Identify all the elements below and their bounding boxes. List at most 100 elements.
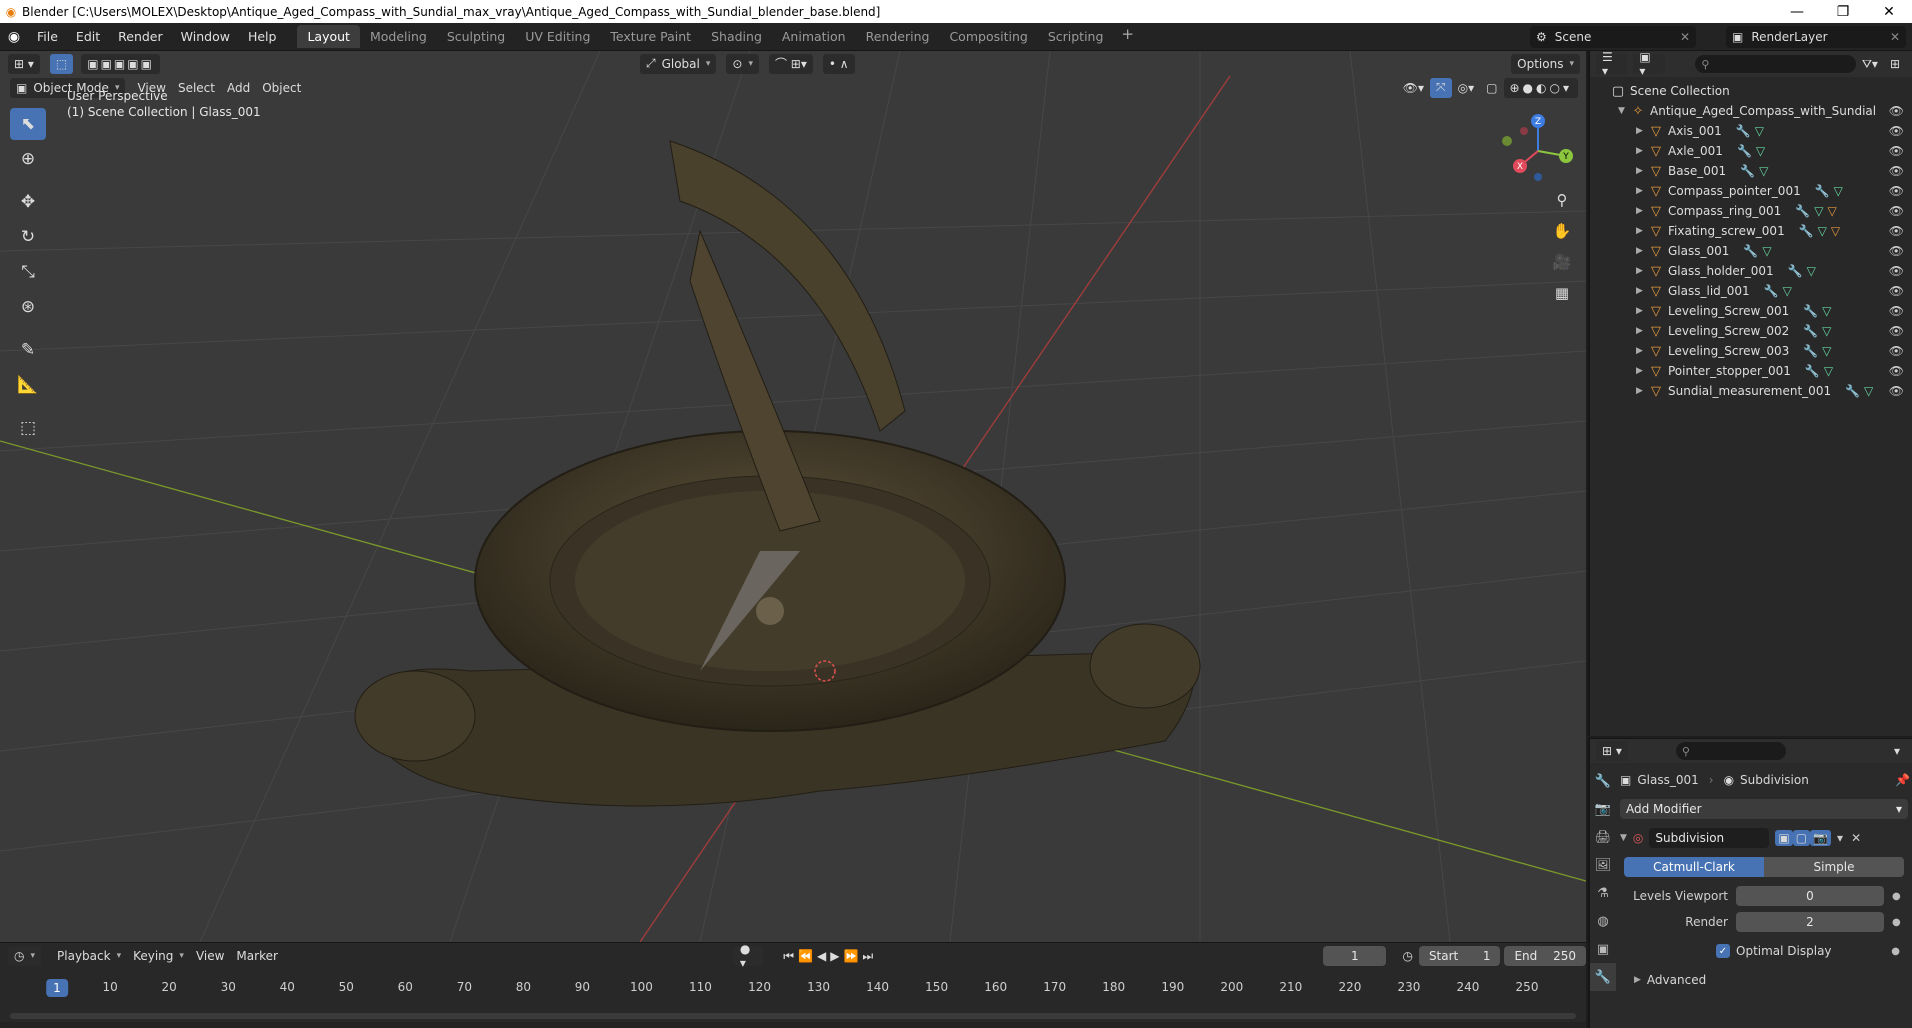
- timeline-editor-type-icon[interactable]: ◷: [8, 946, 42, 966]
- xray-icon[interactable]: ▢: [1480, 78, 1503, 98]
- visibility-eye-icon[interactable]: 👁: [1889, 244, 1904, 258]
- simple-button[interactable]: Simple: [1764, 857, 1904, 877]
- modifier-wrench-icon[interactable]: 🔧 ▽: [1803, 324, 1831, 338]
- tab-rendering[interactable]: Rendering: [856, 25, 940, 48]
- camera-icon[interactable]: 🎥: [1548, 248, 1576, 276]
- minimize-button[interactable]: —: [1774, 4, 1820, 20]
- modifier-name-field[interactable]: Subdivision: [1649, 828, 1770, 848]
- outliner-editor-type-icon[interactable]: ☰ ▾: [1596, 50, 1628, 78]
- clock-icon[interactable]: ◷: [1396, 946, 1418, 966]
- outliner-object-row[interactable]: ▶ ▽ Axis_001 🔧 ▽ 👁: [1590, 121, 1912, 141]
- mesh-data-icon[interactable]: ▽: [1822, 304, 1831, 318]
- expand-icon[interactable]: ▶: [1636, 366, 1648, 376]
- optimal-display-checkbox[interactable]: ✓: [1716, 944, 1730, 958]
- modifier-wrench-icon[interactable]: 🔧 ▽ ▽: [1795, 204, 1836, 218]
- menu-file[interactable]: File: [28, 29, 67, 44]
- expand-icon[interactable]: ▶: [1636, 126, 1648, 136]
- visibility-eye-icon[interactable]: 👁: [1889, 384, 1904, 398]
- visibility-eye-icon[interactable]: 👁: [1889, 184, 1904, 198]
- outliner-object-row[interactable]: ▶ ▽ Glass_001 🔧 ▽ 👁: [1590, 241, 1912, 261]
- chevron-down-icon[interactable]: ▾: [1888, 741, 1906, 761]
- expand-icon[interactable]: ▶: [1636, 206, 1648, 216]
- visibility-eye-icon[interactable]: 👁: [1889, 344, 1904, 358]
- expand-icon[interactable]: ▶: [1636, 146, 1648, 156]
- close-icon[interactable]: ✕: [1680, 30, 1690, 44]
- outliner-object-row[interactable]: ▶ ▽ Pointer_stopper_001 🔧 ▽ 👁: [1590, 361, 1912, 381]
- current-frame-marker[interactable]: 1: [46, 979, 68, 997]
- annotate-tool-icon[interactable]: ✎: [10, 334, 46, 366]
- navigation-gizmo[interactable]: Z Y X: [1488, 111, 1586, 191]
- tab-scripting[interactable]: Scripting: [1038, 25, 1114, 48]
- modifier-wrench-icon[interactable]: 🔧 ▽: [1764, 284, 1792, 298]
- visibility-eye-icon[interactable]: 👁: [1889, 204, 1904, 218]
- render-levels-field[interactable]: 2: [1736, 912, 1884, 932]
- modifier-wrench-icon[interactable]: 🔧 ▽: [1805, 364, 1833, 378]
- start-frame-field[interactable]: Start 1: [1418, 946, 1501, 966]
- modifier-tab-icon[interactable]: 🔧: [1590, 963, 1616, 991]
- keyframe-dot-icon[interactable]: ●: [1892, 917, 1901, 928]
- zoom-icon[interactable]: ⚲: [1548, 186, 1576, 214]
- close-icon[interactable]: ✕: [1890, 30, 1900, 44]
- select-box-icon[interactable]: ⬚: [49, 53, 74, 74]
- mesh-data-icon[interactable]: ▽: [1864, 384, 1873, 398]
- tab-modeling[interactable]: Modeling: [360, 25, 437, 48]
- sundial-model[interactable]: [354, 140, 1201, 807]
- expand-icon[interactable]: ▶: [1636, 246, 1648, 256]
- menu-render[interactable]: Render: [109, 29, 172, 44]
- modifier-wrench-icon[interactable]: 🔧 ▽: [1788, 264, 1816, 278]
- transform-tool-icon[interactable]: ⊛: [10, 291, 46, 323]
- modifier-wrench-icon[interactable]: 🔧 ▽: [1845, 384, 1873, 398]
- playback-controls-icon[interactable]: ⏮⏪◀▶⏩⏭: [777, 946, 883, 966]
- expand-icon[interactable]: ▶: [1636, 306, 1648, 316]
- visibility-eye-icon[interactable]: 👁: [1889, 124, 1904, 138]
- scale-tool-icon[interactable]: ⤡: [10, 256, 46, 288]
- close-button[interactable]: ✕: [1866, 4, 1912, 20]
- outliner-object-row[interactable]: ▶ ▽ Sundial_measurement_001 🔧 ▽ 👁: [1590, 381, 1912, 401]
- advanced-subpanel[interactable]: ▶ Advanced: [1620, 967, 1910, 993]
- tab-shading[interactable]: Shading: [701, 25, 772, 48]
- outliner-search-input[interactable]: ⚲: [1695, 55, 1856, 73]
- tool-tab-icon[interactable]: 🔧: [1590, 767, 1616, 795]
- pan-hand-icon[interactable]: ✋: [1548, 217, 1576, 245]
- keyframe-dot-icon[interactable]: ●: [1891, 946, 1900, 957]
- measure-tool-icon[interactable]: 📐: [10, 369, 46, 401]
- end-frame-field[interactable]: End 250: [1504, 946, 1586, 966]
- menu-window[interactable]: Window: [172, 29, 239, 44]
- levels-viewport-field[interactable]: 0: [1736, 886, 1884, 906]
- modifier-wrench-icon[interactable]: 🔧 ▽: [1737, 144, 1765, 158]
- cursor-tool-icon[interactable]: ⊕: [10, 143, 46, 175]
- perspective-grid-icon[interactable]: ▦: [1548, 279, 1576, 307]
- overlay-toggle-icon[interactable]: ◎▾: [1452, 78, 1481, 98]
- outliner-object-row[interactable]: ▶ ▽ Compass_pointer_001 🔧 ▽ 👁: [1590, 181, 1912, 201]
- world-tab-icon[interactable]: ◍: [1590, 907, 1616, 935]
- expand-icon[interactable]: ▶: [1636, 226, 1648, 236]
- outliner-object-row[interactable]: ▶ ▽ Glass_holder_001 🔧 ▽ 👁: [1590, 261, 1912, 281]
- options-dropdown[interactable]: Options: [1511, 53, 1580, 74]
- transform-orientation-dropdown[interactable]: ⤢ Global: [639, 53, 717, 74]
- visibility-eye-icon[interactable]: 👁: [1889, 164, 1904, 178]
- visibility-eye-icon[interactable]: 👁: [1889, 104, 1904, 118]
- mesh-data-icon[interactable]: ▽: [1822, 324, 1831, 338]
- outliner-object-row[interactable]: ▶ ▽ Glass_lid_001 🔧 ▽ 👁: [1590, 281, 1912, 301]
- outliner-object-row[interactable]: ▶ ▽ Leveling_Screw_002 🔧 ▽ 👁: [1590, 321, 1912, 341]
- shading-mode-icons[interactable]: ⊕●◐○▾: [1503, 77, 1578, 98]
- expand-icon[interactable]: ▶: [1636, 346, 1648, 356]
- object-tab-icon[interactable]: ▣: [1590, 935, 1616, 963]
- modifier-wrench-icon[interactable]: 🔧 ▽: [1740, 164, 1768, 178]
- mesh-data-icon[interactable]: ▽: [1818, 224, 1827, 238]
- material-icon[interactable]: ▽: [1827, 204, 1836, 218]
- viewport-toggle-icon[interactable]: ▢: [1792, 830, 1811, 846]
- filter-icon[interactable]: ⛛▾: [1856, 54, 1884, 74]
- new-collection-icon[interactable]: ⊞: [1884, 54, 1906, 74]
- outliner-object-row[interactable]: ▶ ▽ Fixating_screw_001 🔧 ▽ ▽ 👁: [1590, 221, 1912, 241]
- menu-object[interactable]: Object: [256, 78, 307, 98]
- visibility-eye-icon[interactable]: 👁: [1889, 264, 1904, 278]
- collapse-icon[interactable]: ▼: [1618, 106, 1630, 116]
- visibility-icon[interactable]: 👁▾: [1397, 78, 1430, 98]
- modifier-wrench-icon[interactable]: 🔧 ▽: [1803, 304, 1831, 318]
- scene-tab-icon[interactable]: ⚗: [1590, 879, 1616, 907]
- outliner-object-row[interactable]: ▶ ▽ Compass_ring_001 🔧 ▽ ▽ 👁: [1590, 201, 1912, 221]
- blender-menu-icon[interactable]: ◉: [0, 29, 28, 45]
- render-layer-selector[interactable]: ▣ RenderLayer ✕: [1726, 26, 1906, 48]
- display-mode-icon[interactable]: ▣ ▾: [1633, 50, 1666, 78]
